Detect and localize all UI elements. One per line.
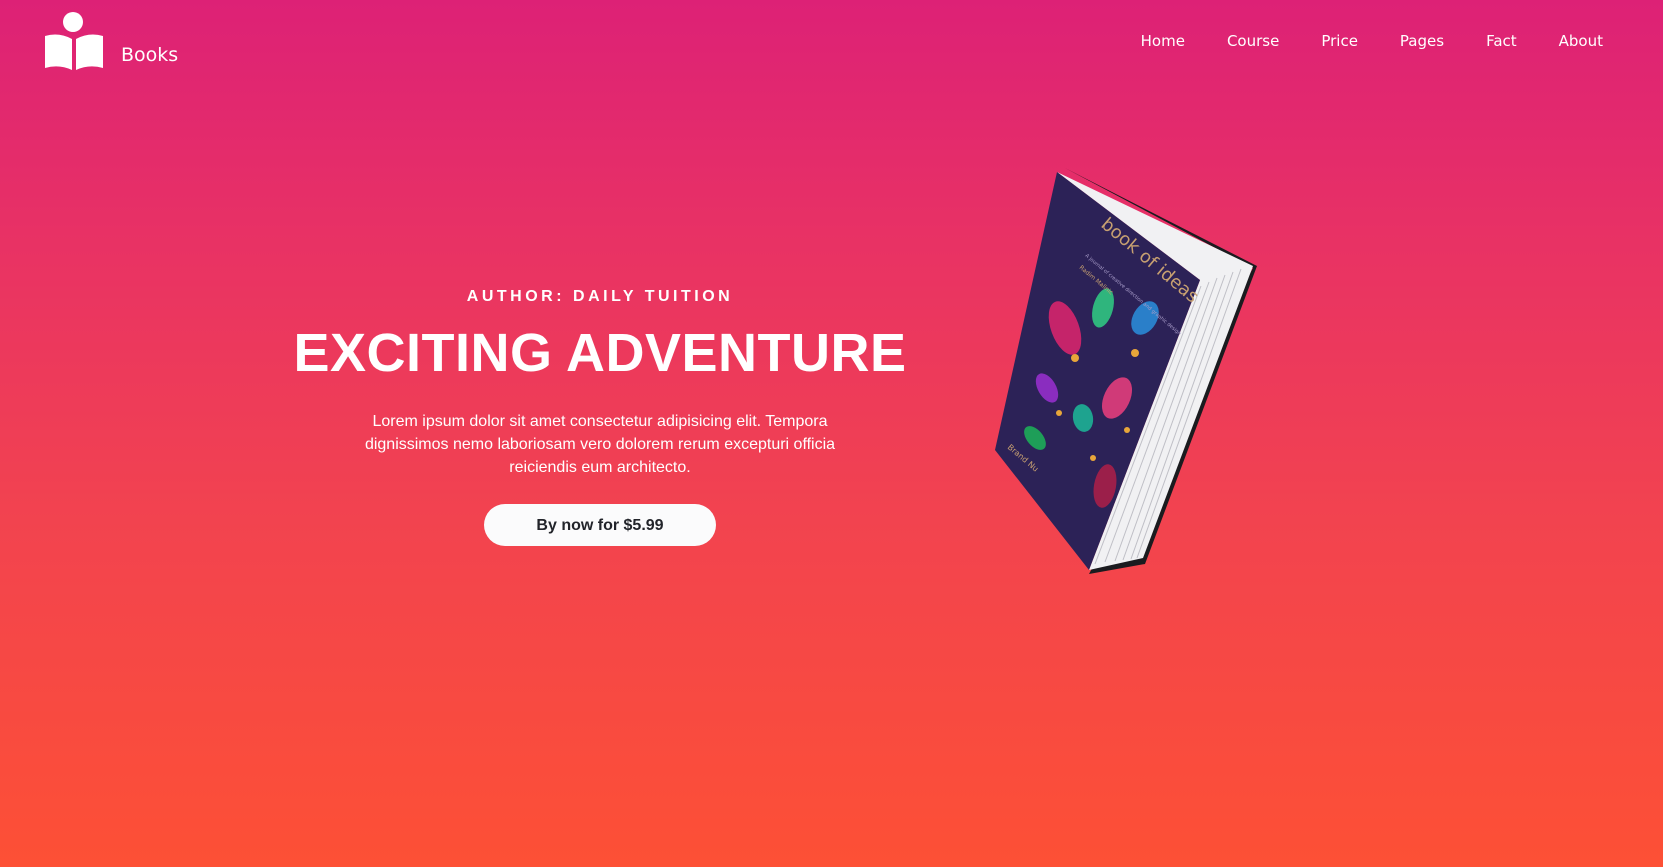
brand-name: Books: [121, 44, 179, 66]
nav-item-price: Price: [1321, 32, 1358, 51]
nav-item-pages: Pages: [1400, 32, 1444, 51]
nav-menu: Home Course Price Pages Fact About: [1099, 32, 1603, 51]
nav-item-course: Course: [1227, 32, 1279, 51]
nav-item-fact: Fact: [1486, 32, 1517, 51]
nav-link-course[interactable]: Course: [1227, 32, 1279, 50]
buy-now-button[interactable]: By now for $5.99: [484, 504, 716, 547]
hero-section: AUTHOR: DAILY TUITION EXCITING ADVENTURE…: [230, 288, 970, 547]
brand-link[interactable]: Books: [45, 12, 178, 72]
nav-link-price[interactable]: Price: [1321, 32, 1358, 50]
hero-description: Lorem ipsum dolor sit amet consectetur a…: [364, 413, 836, 477]
nav-item-home: Home: [1141, 32, 1185, 51]
nav-link-about[interactable]: About: [1559, 32, 1603, 50]
book-cover-image: book of ideas A journal of creative dire…: [995, 168, 1257, 574]
nav-link-home[interactable]: Home: [1141, 32, 1185, 50]
nav-link-fact[interactable]: Fact: [1486, 32, 1517, 50]
hero-title: EXCITING ADVENTURE: [293, 323, 907, 383]
author-line: AUTHOR: DAILY TUITION: [466, 288, 734, 305]
nav-item-about: About: [1559, 32, 1603, 51]
nav-link-pages[interactable]: Pages: [1400, 32, 1444, 50]
navbar: Books Home Course Price Pages Fact About: [0, 0, 1663, 90]
open-book-reader-icon: [45, 12, 103, 70]
